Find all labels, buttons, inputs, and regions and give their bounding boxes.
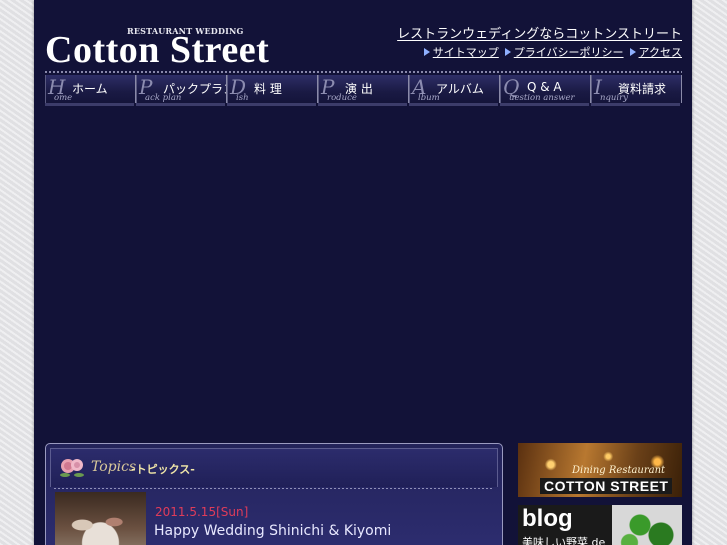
nav-qa[interactable]: Q uestion answer Q & A (500, 75, 591, 103)
nav-inquiry[interactable]: I nquiry 資料請求 (591, 75, 682, 103)
topics-panel: Topics -トピックス- 2011.5.15[Sun] Happy Wedd… (45, 443, 503, 545)
site-tagline[interactable]: レストランウェディングならコットンストリート (397, 23, 682, 42)
rose-icon (60, 459, 84, 477)
restaurant-banner-brand: COTTON STREET (540, 478, 673, 494)
site-logo[interactable]: Cotton Street (45, 28, 269, 72)
blog-banner-subtitle: 美味しい野菜 de (522, 536, 606, 545)
blog-banner-title: blog (522, 505, 573, 532)
topics-title: Topics (91, 459, 137, 475)
restaurant-banner[interactable]: Dining Restaurant COTTON STREET (518, 443, 682, 497)
topic-date: 2011.5.15[Sun] (155, 505, 249, 519)
topic-thumbnail[interactable] (55, 492, 146, 545)
nav-dish[interactable]: D ish 料 理 (227, 75, 318, 103)
arrow-icon (423, 48, 430, 56)
nav-underline (45, 103, 682, 106)
restaurant-banner-script: Dining Restaurant (572, 465, 666, 476)
access-link[interactable]: アクセス (629, 44, 682, 60)
sitemap-link[interactable]: サイトマップ (423, 44, 499, 60)
topics-divider (54, 488, 494, 489)
vegetable-image (612, 505, 682, 545)
topics-subtitle: -トピックス- (131, 463, 195, 476)
nav-album[interactable]: A lbum アルバム (409, 75, 500, 103)
privacy-policy-link[interactable]: プライバシーポリシー (504, 44, 624, 60)
hero-area (45, 110, 682, 435)
arrow-icon (504, 48, 511, 56)
nav-home[interactable]: H ome ホーム (45, 75, 136, 103)
nav-produce[interactable]: P roduce 演 出 (318, 75, 409, 103)
header-divider (45, 71, 682, 73)
arrow-icon (629, 48, 636, 56)
nav-pack-plan[interactable]: P ack plan パックプラン (136, 75, 227, 103)
site-container: RESTAURANT WEDDING Cotton Street レストランウェ… (34, 0, 692, 545)
topics-header: Topics -トピックス- (50, 448, 498, 487)
topic-title-link[interactable]: Happy Wedding Shinichi & Kiyomi (154, 523, 391, 539)
header-links: サイトマップ プライバシーポリシー アクセス (423, 44, 682, 60)
blog-banner[interactable]: blog 美味しい野菜 de (518, 505, 682, 545)
main-nav: H ome ホーム P ack plan パックプラン D ish 料 理 P … (45, 75, 682, 103)
